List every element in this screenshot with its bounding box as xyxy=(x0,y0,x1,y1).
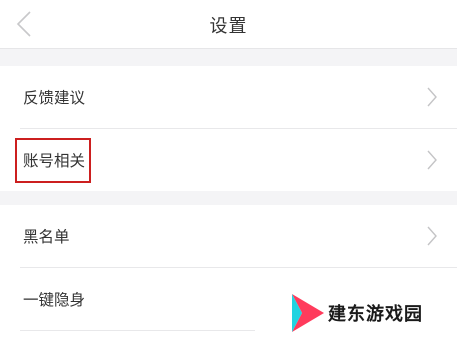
watermark-text: 建东游戏园 xyxy=(328,304,423,325)
chevron-right-icon xyxy=(426,149,438,171)
settings-item-label: 反馈建议 xyxy=(23,89,86,107)
watermark: 建东游戏园 xyxy=(290,292,450,334)
settings-item-blacklist[interactable]: 黑名单 xyxy=(0,205,457,267)
page-title: 设置 xyxy=(209,16,248,37)
section-separator xyxy=(0,48,457,66)
play-logo-icon xyxy=(292,294,324,332)
chevron-right-icon xyxy=(426,86,438,108)
row-divider xyxy=(20,330,255,331)
settings-item-label: 一键隐身 xyxy=(23,291,86,309)
navigation-bar: 设置 xyxy=(0,0,457,48)
chevron-right-icon xyxy=(426,225,438,247)
settings-item-account[interactable]: 账号相关 xyxy=(0,129,457,191)
settings-item-label: 黑名单 xyxy=(23,228,70,246)
settings-item-label: 账号相关 xyxy=(23,152,86,170)
settings-item-feedback[interactable]: 反馈建议 xyxy=(0,66,457,128)
section-separator xyxy=(0,191,457,205)
